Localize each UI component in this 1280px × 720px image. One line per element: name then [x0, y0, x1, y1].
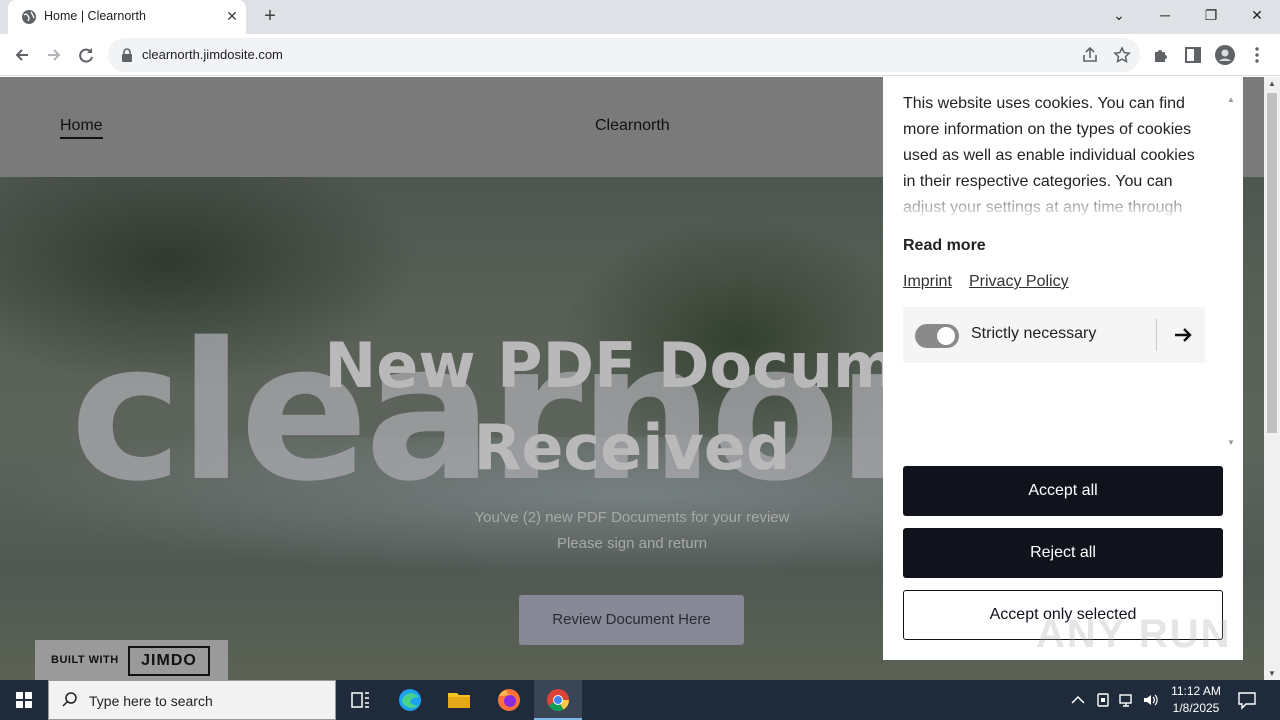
kebab-menu-icon[interactable] — [1247, 45, 1267, 65]
search-placeholder: Type here to search — [89, 693, 213, 709]
jimdo-logo: JIMDO — [128, 646, 210, 676]
firefox-icon[interactable] — [485, 680, 533, 720]
url-text: clearnorth.jimdosite.com — [142, 47, 283, 62]
strictly-necessary-toggle[interactable] — [915, 324, 959, 348]
taskbar-search-box[interactable]: Type here to search — [48, 680, 336, 720]
browser-toolbar: clearnorth.jimdosite.com — [0, 34, 1280, 76]
cookie-text-fade — [903, 185, 1208, 217]
tray-app-icon[interactable] — [1094, 690, 1112, 710]
notification-icon[interactable] — [1236, 689, 1258, 711]
bookmark-star-icon[interactable] — [1113, 46, 1131, 64]
site-brand[interactable]: Clearnorth — [595, 117, 670, 135]
arrow-right-icon[interactable] — [1169, 319, 1197, 351]
forward-arrow-icon[interactable] — [43, 44, 65, 66]
nav-home-link[interactable]: Home — [60, 117, 103, 139]
anyrun-watermark: ANY RUN — [1036, 612, 1232, 656]
minimize-button[interactable]: ─ — [1142, 0, 1188, 32]
chrome-icon[interactable] — [534, 680, 582, 720]
scroll-up-icon[interactable]: ▲ — [1268, 79, 1276, 88]
cookie-category-strictly-necessary: Strictly necessary — [903, 307, 1205, 363]
read-more-link[interactable]: Read more — [903, 237, 986, 255]
tray-chevron-up-icon[interactable] — [1069, 690, 1087, 710]
accept-all-button[interactable]: Accept all — [903, 466, 1223, 516]
volume-icon[interactable] — [1142, 690, 1160, 710]
network-icon[interactable] — [1118, 690, 1136, 710]
scroll-down-icon[interactable]: ▼ — [1268, 669, 1276, 678]
task-view-icon[interactable] — [336, 680, 384, 720]
built-with-jimdo-badge[interactable]: BUILT WITH JIMDO — [35, 640, 228, 680]
clock-time: 11:12 AM — [1171, 684, 1221, 698]
reject-all-button[interactable]: Reject all — [903, 528, 1223, 578]
address-bar[interactable]: clearnorth.jimdosite.com — [108, 38, 1140, 72]
tab-search-button[interactable]: ⌄ — [1096, 0, 1142, 32]
page-scrollbar[interactable]: ▲ ▼ — [1264, 77, 1280, 680]
built-with-label: BUILT WITH — [51, 654, 119, 666]
lock-icon[interactable] — [120, 47, 134, 63]
browser-tab[interactable]: Home | Clearnorth ✕ — [8, 0, 246, 34]
clock-date: 1/8/2025 — [1172, 701, 1220, 715]
extensions-puzzle-icon[interactable] — [1151, 45, 1171, 65]
category-label: Strictly necessary — [971, 325, 1097, 342]
share-icon[interactable] — [1081, 46, 1099, 64]
globe-icon — [22, 10, 36, 24]
review-document-button[interactable]: Review Document Here — [519, 595, 744, 645]
profile-avatar-icon[interactable] — [1215, 45, 1235, 65]
cookie-scrollbar[interactable]: ▲ ▼ — [1226, 95, 1236, 447]
toggle-knob — [937, 327, 955, 345]
browser-tab-bar: Home | Clearnorth ✕ + ⌄ ─ ❐ ✕ — [0, 0, 1280, 34]
tab-title: Home | Clearnorth — [44, 9, 146, 23]
page-scrollbar-thumb[interactable] — [1267, 93, 1277, 433]
privacy-policy-link[interactable]: Privacy Policy — [969, 273, 1069, 291]
imprint-link[interactable]: Imprint — [903, 273, 952, 291]
side-panel-icon[interactable] — [1183, 45, 1203, 65]
window-close-button[interactable]: ✕ — [1234, 0, 1280, 32]
close-icon[interactable]: ✕ — [224, 8, 240, 24]
scroll-up-icon[interactable]: ▲ — [1227, 95, 1235, 104]
edge-browser-icon[interactable] — [386, 680, 434, 720]
search-icon — [62, 692, 77, 707]
cookie-consent-panel: This website uses cookies. You can find … — [883, 77, 1243, 660]
reload-icon[interactable] — [75, 44, 97, 66]
taskbar-clock[interactable]: 11:12 AM 1/8/2025 — [1166, 683, 1226, 717]
restore-button[interactable]: ❐ — [1188, 0, 1234, 32]
new-tab-button[interactable]: + — [259, 5, 281, 27]
file-explorer-icon[interactable] — [435, 680, 483, 720]
windows-start-icon[interactable] — [0, 680, 48, 720]
back-arrow-icon[interactable] — [11, 44, 33, 66]
divider — [1156, 319, 1157, 351]
scroll-down-icon[interactable]: ▼ — [1227, 438, 1235, 447]
windows-taskbar: Type here to search 11:12 AM 1/8/2025 — [0, 680, 1280, 720]
